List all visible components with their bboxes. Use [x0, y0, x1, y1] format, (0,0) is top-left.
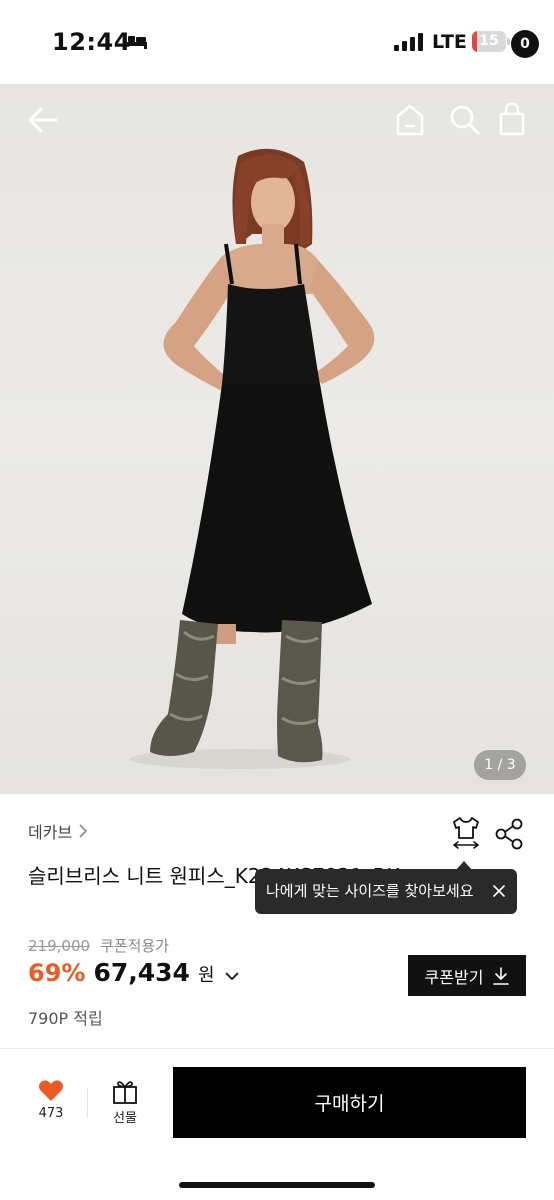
price-unit: 원: [197, 965, 215, 986]
sale-price-row[interactable]: 69% 67,434 원: [28, 958, 239, 987]
brand-link[interactable]: 데카브: [28, 820, 88, 842]
share-icon[interactable]: [494, 818, 524, 850]
cellular-signal-icon: [394, 33, 423, 51]
size-guide-icon[interactable]: [450, 816, 482, 850]
divider: [87, 1088, 88, 1118]
back-icon[interactable]: [22, 100, 62, 140]
search-icon[interactable]: [444, 100, 484, 140]
coupon-price-note: 쿠폰적용가: [100, 937, 170, 955]
image-counter: 1 / 3: [474, 750, 526, 780]
buy-button[interactable]: 구매하기: [173, 1067, 526, 1138]
cart-count-badge: 0: [511, 30, 539, 58]
reward-points: 790P 적립: [28, 1009, 103, 1028]
gift-label: 선물: [113, 1111, 137, 1126]
product-image-gallery[interactable]: [0, 84, 554, 794]
chevron-down-icon[interactable]: [224, 971, 239, 981]
like-button[interactable]: 473: [24, 1078, 78, 1132]
size-tooltip: 나에게 맞는 사이즈를 찾아보세요: [255, 869, 517, 914]
original-price: 219,000: [28, 936, 91, 955]
gift-button[interactable]: 선물: [100, 1078, 150, 1132]
buy-button-label: 구매하기: [314, 1093, 385, 1115]
battery-level: 15: [479, 33, 499, 49]
tooltip-text: 나에게 맞는 사이즈를 찾아보세요: [266, 882, 474, 900]
gift-icon: [113, 1081, 137, 1104]
sleep-focus-icon: [123, 34, 147, 49]
product-photo: [130, 148, 375, 769]
sale-price: 67,434: [93, 958, 190, 987]
brand-name: 데카브: [28, 823, 73, 842]
battery-icon: 15: [472, 31, 510, 52]
home-icon[interactable]: [390, 100, 430, 140]
download-icon: [493, 966, 510, 985]
download-coupon-button[interactable]: 쿠폰받기: [408, 955, 526, 996]
like-count: 473: [38, 1106, 64, 1121]
chevron-right-icon: [79, 824, 88, 838]
discount-rate: 69%: [28, 959, 86, 987]
divider: [0, 1048, 554, 1049]
shopping-bag-icon[interactable]: [494, 100, 534, 140]
original-price-row: 219,000 쿠폰적용가: [28, 935, 169, 956]
coupon-button-label: 쿠폰받기: [424, 967, 484, 987]
close-icon[interactable]: [492, 884, 506, 898]
status-bar: 12:44 LTE 15: [0, 0, 554, 84]
heart-icon: [39, 1080, 63, 1101]
home-indicator: [179, 1182, 375, 1188]
status-time: 12:44: [52, 28, 131, 56]
network-type: LTE: [432, 31, 467, 53]
